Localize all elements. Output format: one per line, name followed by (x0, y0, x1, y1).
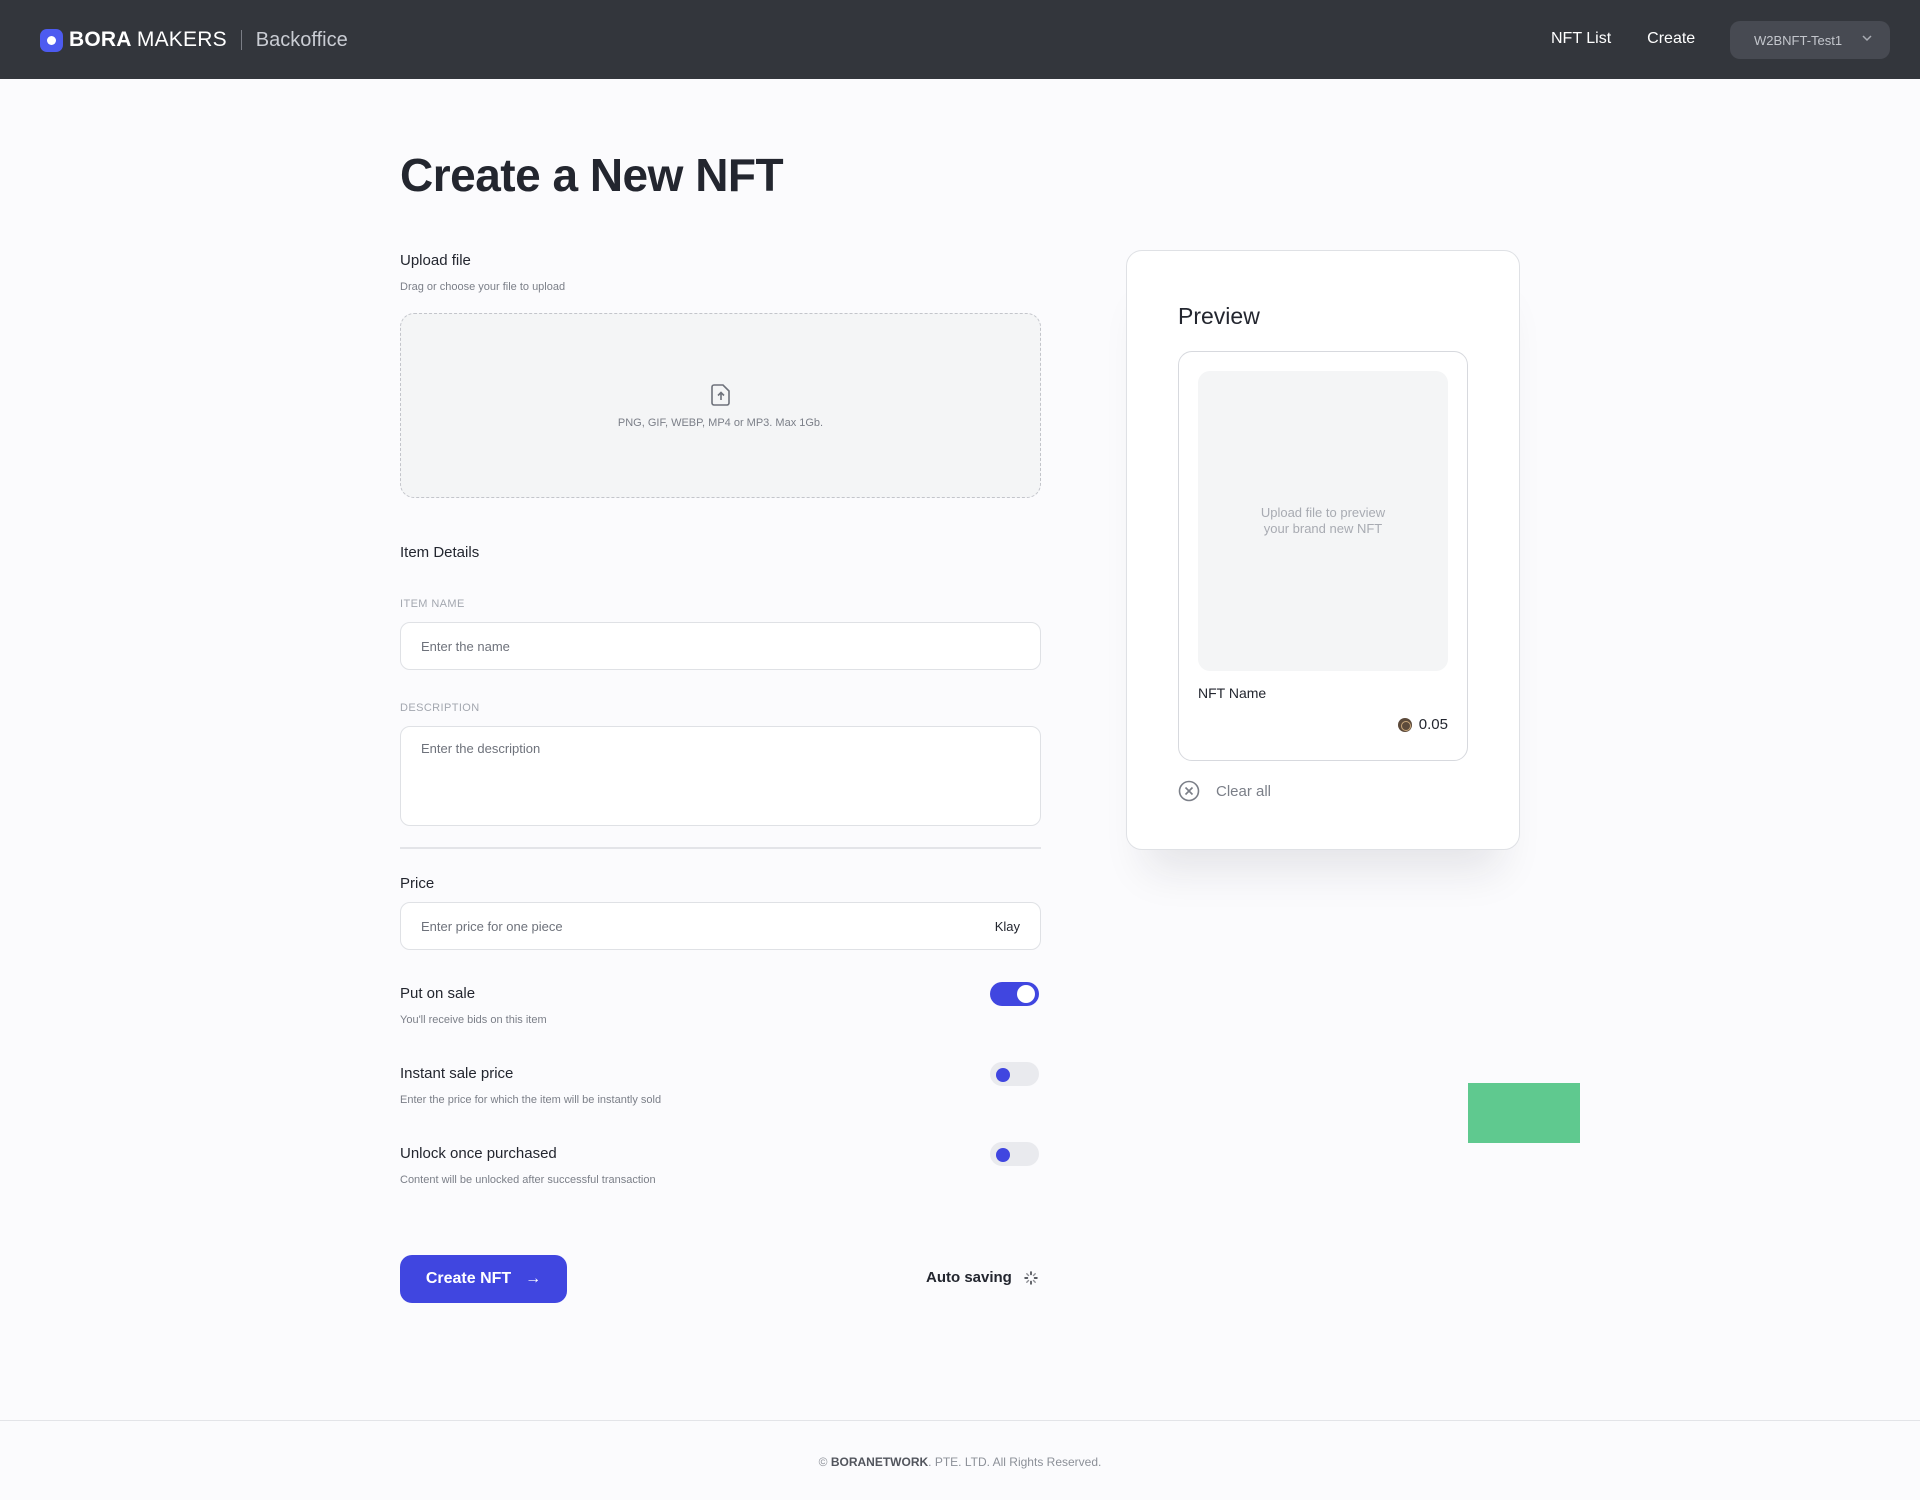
page-title: Create a New NFT (400, 149, 784, 201)
loading-spinner-icon (1024, 1270, 1038, 1285)
brand-logo[interactable]: BORA MAKERS Backoffice (40, 28, 348, 52)
upload-dropzone[interactable]: PNG, GIF, WEBP, MP4 or MP3. Max 1Gb. (400, 313, 1041, 498)
clear-all-button[interactable]: Clear all (1178, 780, 1271, 802)
klay-coin-icon (1397, 717, 1412, 732)
unlock-desc: Content will be unlocked after successfu… (400, 1174, 656, 1186)
price-label: Price (400, 875, 435, 892)
item-name-label: ITEM NAME (400, 598, 465, 610)
top-header: BORA MAKERS Backoffice NFT List Create W… (0, 0, 1920, 79)
nft-preview-card: Upload file to preview your brand new NF… (1178, 351, 1468, 761)
create-nft-button[interactable]: Create NFT → (400, 1255, 567, 1303)
nav-create[interactable]: Create (1647, 30, 1695, 48)
auto-saving-label: Auto saving (926, 1269, 1012, 1286)
page-footer: © BORANETWORK. PTE. LTD. All Rights Rese… (0, 1420, 1920, 1500)
nft-price: 0.05 (1397, 716, 1448, 733)
instant-sale-title: Instant sale price (400, 1065, 514, 1082)
arrow-right-icon: → (525, 1270, 542, 1287)
item-details-heading: Item Details (400, 544, 480, 561)
instant-sale-desc: Enter the price for which the item will … (400, 1094, 662, 1106)
upload-label: Upload file (400, 252, 471, 269)
account-dropdown[interactable]: W2BNFT-Test1 (1730, 21, 1890, 59)
clear-all-label: Clear all (1216, 782, 1272, 800)
upload-sublabel: Drag or choose your file to upload (400, 281, 566, 293)
put-on-sale-toggle[interactable] (990, 982, 1039, 1006)
preview-title: Preview (1178, 303, 1260, 329)
price-currency: Klay (994, 918, 1020, 934)
unlock-title: Unlock once purchased (400, 1145, 557, 1162)
floating-green-block (1468, 1083, 1580, 1143)
logo-divider (240, 30, 242, 50)
nft-price-value: 0.05 (1418, 716, 1448, 733)
put-on-sale-desc: You'll receive bids on this item (400, 1014, 547, 1026)
account-name: W2BNFT-Test1 (1754, 32, 1843, 48)
upload-hint: PNG, GIF, WEBP, MP4 or MP3. Max 1Gb. (617, 416, 824, 429)
preview-placeholder-line2: your brand new NFT (1263, 521, 1383, 536)
put-on-sale-title: Put on sale (400, 985, 476, 1002)
nft-image-placeholder: Upload file to preview your brand new NF… (1198, 371, 1448, 671)
description-label: DESCRIPTION (400, 702, 480, 714)
instant-sale-toggle[interactable] (990, 1062, 1039, 1086)
chevron-down-icon (1862, 35, 1872, 42)
preview-placeholder-line1: Upload file to preview (1260, 505, 1386, 520)
logo-icon (40, 28, 63, 52)
preview-panel: Preview Upload file to preview your bran… (1126, 250, 1520, 850)
item-name-placeholder: Enter the name (421, 638, 510, 654)
unlock-toggle[interactable] (990, 1142, 1039, 1166)
brand-name: BORA MAKERS (69, 28, 227, 51)
auto-saving-status: Auto saving (926, 1269, 1038, 1286)
section-divider (400, 847, 1041, 849)
nav-nft-list[interactable]: NFT List (1551, 30, 1611, 48)
nft-name: NFT Name (1198, 685, 1267, 701)
item-name-input[interactable]: Enter the name (400, 622, 1041, 670)
close-circle-icon (1178, 780, 1200, 802)
file-upload-icon (710, 383, 730, 406)
description-placeholder: Enter the description (421, 741, 541, 756)
copyright-text: © BORANETWORK. PTE. LTD. All Rights Rese… (818, 1455, 1102, 1469)
description-textarea[interactable]: Enter the description (400, 726, 1041, 826)
price-placeholder: Enter price for one piece (421, 918, 563, 934)
brand-subtitle: Backoffice (255, 28, 348, 51)
main-nav: NFT List Create (1551, 30, 1695, 48)
create-nft-label: Create NFT (425, 1270, 512, 1287)
price-input[interactable]: Enter price for one piece Klay (400, 902, 1041, 950)
